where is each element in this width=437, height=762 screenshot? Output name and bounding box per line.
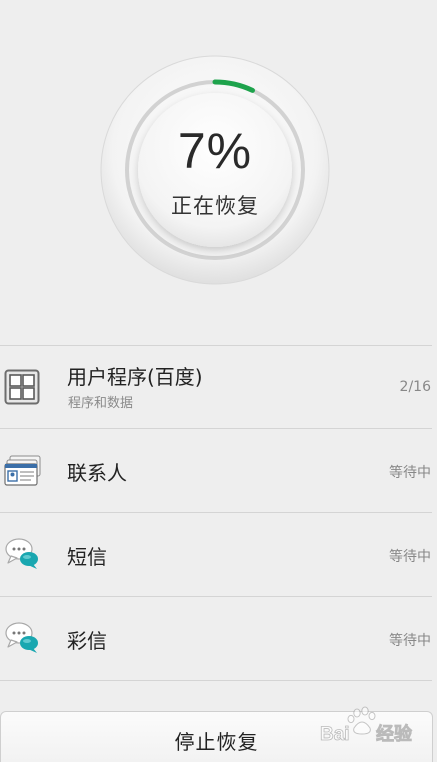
list-item-subtitle: 程序和数据: [68, 396, 134, 411]
stop-restore-label: 停止恢复: [174, 729, 259, 754]
mms-bubble-icon: [4, 619, 40, 655]
list-item-sms[interactable]: 短信 等待中: [0, 513, 437, 596]
contacts-icon: [4, 453, 42, 489]
restore-progress-dial: 7% 正在恢复: [0, 0, 437, 345]
list-item-title: 用户程序(百度): [67, 365, 203, 389]
sms-bubble-icon: [4, 535, 40, 571]
restore-screen: 7% 正在恢复 用户程序(百度) 程序和数据 2/16 联系人 等待中 短信 等…: [0, 0, 437, 762]
svg-text:经验: 经验: [376, 723, 413, 745]
list-item-status: 2/16: [399, 379, 431, 395]
list-item-status: 等待中: [389, 465, 431, 481]
app-grid-icon: [4, 369, 40, 405]
list-item-title: 联系人: [67, 461, 127, 485]
baidu-watermark-logo: Bai 经验: [320, 706, 413, 745]
list-item-status: 等待中: [389, 633, 431, 649]
svg-text:Bai: Bai: [320, 724, 350, 745]
progress-status: 正在恢复: [171, 194, 259, 218]
progress-readout: 7% 正在恢复: [138, 94, 292, 248]
list-item-title: 短信: [67, 545, 107, 569]
list-item-contacts[interactable]: 联系人 等待中: [0, 429, 437, 512]
list-item-title: 彩信: [67, 629, 107, 653]
list-item-status: 等待中: [389, 549, 431, 565]
list-item-user-apps[interactable]: 用户程序(百度) 程序和数据 2/16: [0, 345, 437, 428]
list-item-mms[interactable]: 彩信 等待中: [0, 597, 437, 680]
progress-percent: 7%: [177, 123, 253, 179]
divider: [0, 680, 432, 681]
